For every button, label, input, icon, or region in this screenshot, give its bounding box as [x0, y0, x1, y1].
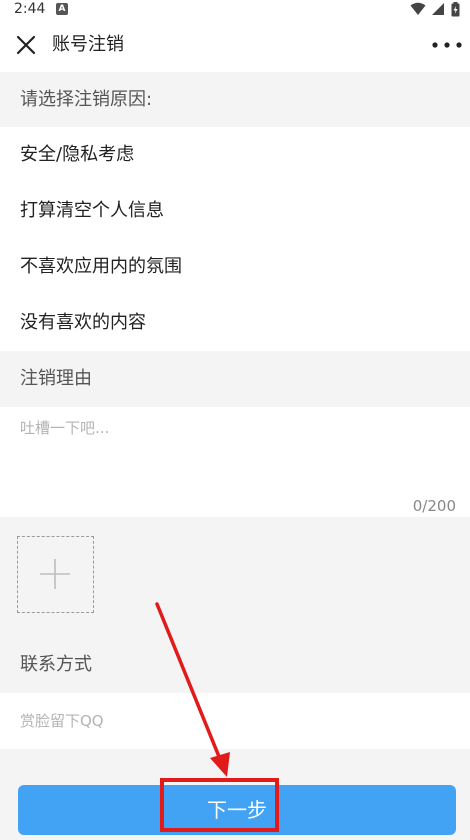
contact-input[interactable]: 赏脸留下QQ: [0, 693, 470, 749]
contact-placeholder: 赏脸留下QQ: [20, 712, 104, 730]
header: 账号注销: [0, 18, 470, 72]
page-title: 账号注销: [52, 34, 124, 55]
status-time: 2:44: [14, 1, 46, 17]
add-photo-button[interactable]: [17, 536, 94, 613]
reason-item-clear-info[interactable]: 打算清空个人信息: [0, 183, 470, 239]
textarea-placeholder: 吐槽一下吧...: [20, 419, 110, 437]
detail-section-label: 注销理由: [20, 368, 92, 389]
annotation-highlight-box: [160, 778, 279, 832]
reason-item-privacy[interactable]: 安全/隐私考虑: [0, 127, 470, 183]
reason-section-label: 请选择注销原因:: [20, 89, 153, 110]
more-horizontal-icon[interactable]: [430, 33, 464, 57]
battery-icon: [451, 1, 460, 16]
wifi-icon: [410, 2, 426, 15]
contact-section-label: 联系方式: [20, 654, 92, 675]
reason-item-dislike-atmosphere[interactable]: 不喜欢应用内的氛围: [0, 239, 470, 295]
status-bar: 2:44 A: [0, 0, 470, 18]
signal-icon: [432, 3, 444, 15]
reason-item-no-content[interactable]: 没有喜欢的内容: [0, 295, 470, 351]
system-icons: [410, 1, 460, 17]
close-icon[interactable]: [14, 33, 38, 57]
app-notification-icon: A: [56, 3, 68, 15]
char-counter: 0/200: [412, 497, 456, 515]
plus-icon: [40, 559, 70, 589]
reason-textarea[interactable]: 吐槽一下吧... 0/200: [0, 407, 470, 517]
